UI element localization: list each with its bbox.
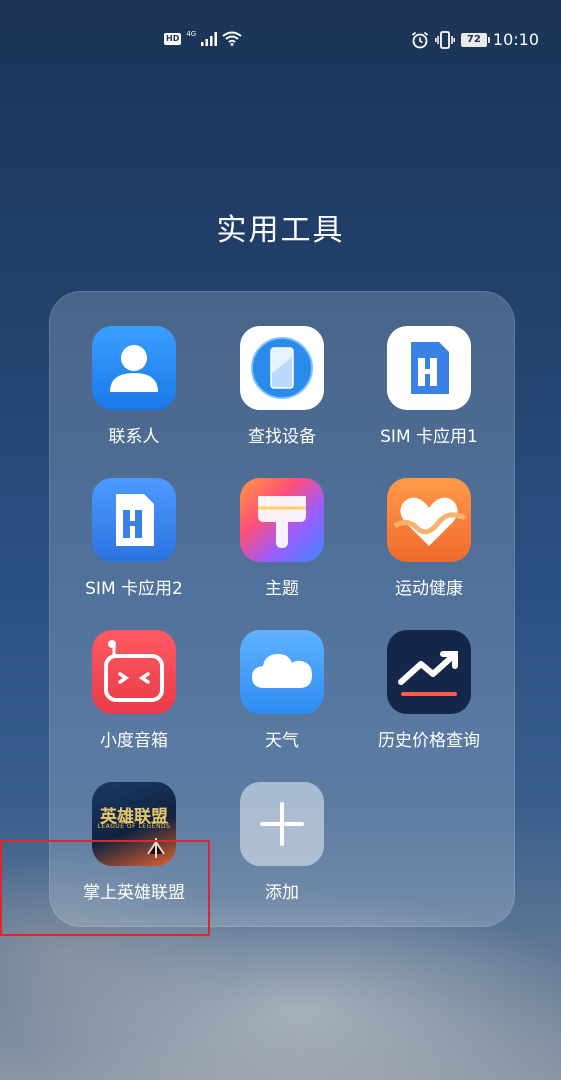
- hd-icon: HD: [164, 32, 182, 45]
- app-weather[interactable]: 天气: [207, 630, 357, 751]
- price-trend-icon: [387, 630, 471, 714]
- app-find-device[interactable]: 查找设备: [207, 326, 357, 447]
- app-label: 运动健康: [395, 579, 463, 599]
- wifi-icon: [222, 31, 242, 46]
- vibrate-icon: [434, 30, 455, 49]
- speaker-face-icon: [92, 630, 176, 714]
- clock: 10:10: [492, 30, 539, 49]
- app-sim-2[interactable]: SIM 卡应用2: [59, 478, 209, 599]
- highlight-box: [0, 840, 210, 936]
- app-label: 历史价格查询: [378, 731, 480, 751]
- status-bar: HD 4G 72 10:10: [0, 0, 561, 80]
- app-label: SIM 卡应用1: [380, 427, 478, 447]
- app-label: SIM 卡应用2: [85, 579, 183, 599]
- status-right: 72 10:10: [411, 30, 539, 49]
- app-contacts[interactable]: 联系人: [59, 326, 209, 447]
- sim-card-icon: [92, 478, 176, 562]
- status-left: HD 4G: [164, 30, 242, 46]
- app-label: 主题: [265, 579, 299, 599]
- app-add[interactable]: 添加: [207, 782, 357, 903]
- contacts-icon: [92, 326, 176, 410]
- app-theme[interactable]: 主题: [207, 478, 357, 599]
- theme-brush-icon: [240, 478, 324, 562]
- weather-cloud-icon: [240, 630, 324, 714]
- app-label: 天气: [265, 731, 299, 751]
- app-price-history[interactable]: 历史价格查询: [354, 630, 504, 751]
- alarm-icon: [411, 31, 428, 48]
- app-label: 联系人: [108, 427, 160, 447]
- app-label: 查找设备: [248, 427, 316, 447]
- app-label: 小度音箱: [100, 731, 168, 751]
- health-heart-icon: [387, 478, 471, 562]
- sim-card-icon: [387, 326, 471, 410]
- app-sim-1[interactable]: SIM 卡应用1: [354, 326, 504, 447]
- battery-icon: 72: [460, 32, 490, 47]
- app-health[interactable]: 运动健康: [354, 478, 504, 599]
- folder-title[interactable]: 实用工具: [0, 205, 561, 249]
- plus-icon: [240, 782, 324, 866]
- find-device-icon: [240, 326, 324, 410]
- app-label: 添加: [265, 883, 299, 903]
- signal-icon: [201, 31, 218, 46]
- folder-panel: 联系人 查找设备 SIM 卡应用1 SIM 卡应用2 主题 运动健康 小度音箱 …: [49, 291, 515, 927]
- app-xiaodu-speaker[interactable]: 小度音箱: [59, 630, 209, 751]
- network-type: 4G: [186, 30, 197, 38]
